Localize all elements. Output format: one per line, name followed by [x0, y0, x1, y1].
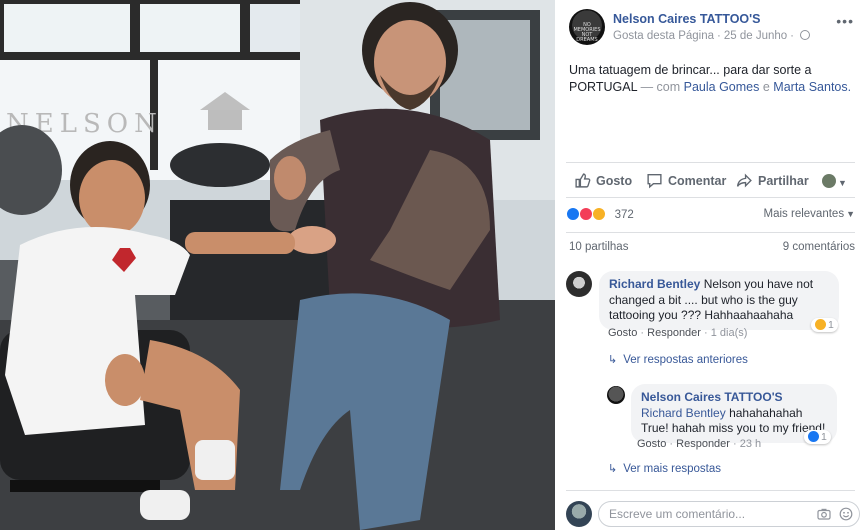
sort-comments-dropdown[interactable]: Mais relevantes ▼ [764, 208, 855, 220]
photo-illustration: NELSON [0, 0, 555, 530]
comment-reaction-count: 1 [828, 319, 834, 331]
globe-icon [800, 30, 811, 40]
tag-link-2[interactable]: Marta Santos. [773, 80, 851, 94]
comment-input[interactable] [609, 507, 799, 521]
reply-author-avatar[interactable] [607, 386, 625, 404]
chevron-down-icon: ▼ [838, 178, 847, 188]
post-action-bar: Gosto Comentar Partilhar ▼ [566, 162, 855, 198]
reply-reaction-count: 1 [821, 431, 827, 443]
reaction-count[interactable]: 372 [615, 209, 634, 221]
comment-button[interactable]: Comentar [646, 172, 726, 189]
emoji-icon[interactable] [839, 507, 853, 521]
thumbs-up-icon [575, 173, 591, 188]
divider [566, 232, 855, 233]
page-avatar[interactable]: NO MEMORIES NOT DREAMS [569, 9, 605, 45]
comment-button-label: Comentar [668, 174, 727, 188]
current-user-avatar[interactable] [566, 501, 592, 527]
love-reaction-icon[interactable] [579, 207, 594, 221]
page-name-link[interactable]: Nelson Caires TATTOO'S [613, 12, 760, 26]
comment-icon [647, 173, 662, 189]
sort-label: Mais relevantes [763, 208, 845, 220]
commenter-avatar[interactable] [566, 271, 592, 297]
reply-arrow-icon: ↳ [608, 463, 618, 475]
like-button[interactable]: Gosto [574, 172, 632, 189]
and-word: e [762, 80, 770, 94]
reply-time[interactable]: 23 h [740, 438, 761, 450]
comment-author-link[interactable]: Richard Bentley [609, 277, 700, 291]
identity-selector[interactable]: ▼ [822, 174, 847, 189]
with-prefix: — com [640, 80, 681, 94]
view-more-replies-link[interactable]: ↳ Ver mais respostas [608, 462, 721, 475]
post-meta: Gosta desta Página · 25 de Junho · [613, 30, 811, 42]
view-more-label: Ver mais respostas [623, 463, 722, 475]
post-text: Uma tatuagem de brincar... para dar sort… [569, 62, 854, 96]
camera-icon[interactable] [817, 507, 831, 521]
post-photo[interactable]: NELSON [0, 0, 555, 530]
comment-like-link[interactable]: Gosto [608, 327, 637, 339]
comment-reply-link[interactable]: Responder [647, 327, 701, 339]
more-options-icon[interactable]: ••• [836, 13, 854, 29]
view-previous-replies-link[interactable]: ↳ Ver respostas anteriores [608, 353, 748, 366]
like-button-label: Gosto [596, 174, 633, 188]
comment-input-box[interactable] [598, 501, 860, 527]
comment-count[interactable]: 9 comentários [783, 241, 855, 253]
reply-author-link[interactable]: Nelson Caires TATTOO'S [641, 390, 783, 404]
page-avatar-text: NO MEMORIES NOT DREAMS [573, 22, 601, 43]
comment-bubble: Richard Bentley Nelson you have not chan… [599, 271, 839, 330]
chevron-down-icon: ▼ [846, 209, 855, 219]
like-reaction-icon [808, 431, 819, 442]
share-arrow-icon [736, 173, 752, 188]
post-side-panel: NO MEMORIES NOT DREAMS Nelson Caires TAT… [555, 0, 860, 530]
like-reaction-icon[interactable] [566, 207, 580, 221]
share-count[interactable]: 10 partilhas [569, 241, 628, 253]
comment-time[interactable]: 1 dia(s) [711, 327, 748, 339]
reply-meta: Gosto · Responder · 23 h [637, 438, 762, 450]
identity-avatar [822, 174, 836, 188]
haha-reaction-icon [815, 319, 826, 330]
reply-reply-link[interactable]: Responder [676, 438, 730, 450]
meta-dot: · [717, 30, 721, 42]
post-date-link[interactable]: 25 de Junho [724, 30, 787, 42]
reactions-row: 372 Mais relevantes ▼ [566, 207, 855, 225]
divider [566, 490, 855, 491]
comment-reaction-badge[interactable]: 1 [811, 318, 838, 332]
comment-meta: Gosto · Responder · 1 dia(s) [608, 327, 748, 339]
page-like-status[interactable]: Gosta desta Página [613, 30, 714, 42]
comment-composer [566, 497, 860, 530]
meta-dot: · [790, 30, 795, 42]
reply-reaction-badge[interactable]: 1 [804, 430, 831, 444]
share-button-label: Partilhar [758, 174, 809, 188]
haha-reaction-icon[interactable] [592, 207, 607, 221]
reply-mention-link[interactable]: Richard Bentley [641, 406, 726, 420]
reply-arrow-icon: ↳ [608, 354, 618, 366]
tag-link-1[interactable]: Paula Gomes [684, 80, 760, 94]
view-previous-label: Ver respostas anteriores [623, 354, 748, 366]
share-button[interactable]: Partilhar [736, 172, 809, 189]
reply-like-link[interactable]: Gosto [637, 438, 666, 450]
post-header: NO MEMORIES NOT DREAMS Nelson Caires TAT… [569, 9, 854, 49]
